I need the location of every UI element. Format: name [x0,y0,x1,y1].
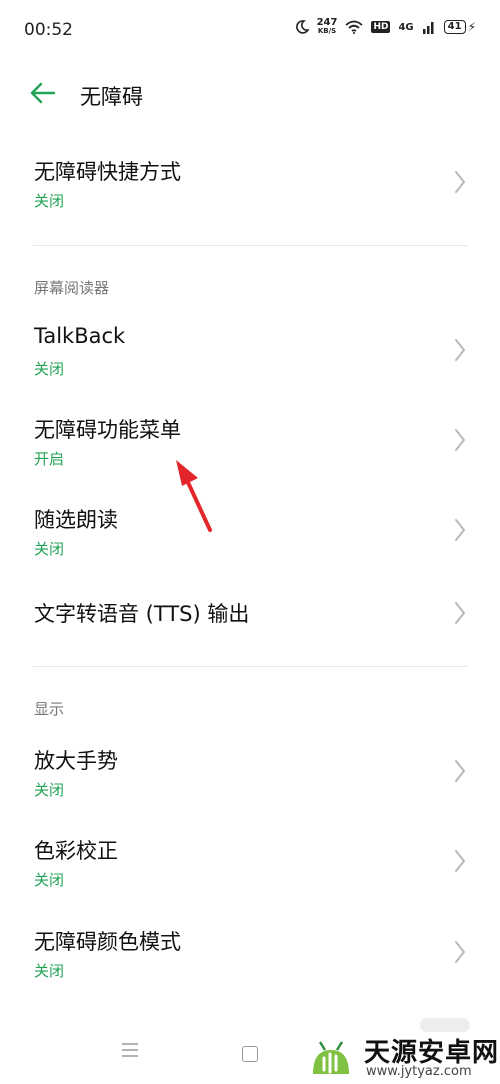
setting-item-status: 开启 [34,450,65,468]
chevron-right-icon [455,171,465,193]
divider [33,666,468,667]
setting-item-shortcut[interactable]: 无障碍快捷方式 关闭 [0,142,500,228]
chevron-right-icon [455,850,465,872]
charging-icon: ⚡ [467,20,476,34]
hd-badge: HD [371,21,391,33]
setting-item-title: 文字转语音 (TTS) 输出 [34,602,250,626]
status-bar: 00:52 247 KB/S HD 4G 41 ⚡ [0,0,500,60]
watermark-url: www.jytyaz.com [366,1064,472,1079]
back-button[interactable] [26,76,60,110]
setting-item-status: 关闭 [34,360,65,378]
back-arrow-icon [30,82,56,104]
chevron-right-icon [455,339,465,361]
annotation-arrow-icon [176,460,212,532]
moon-icon [295,20,309,34]
menu-icon[interactable] [120,1042,140,1058]
setting-item-color-correction[interactable]: 色彩校正 关闭 [0,821,500,907]
network-speed-unit: KB/S [317,27,337,35]
status-icons: 247 KB/S HD 4G 41 ⚡ [295,18,476,36]
setting-item-title: 无障碍功能菜单 [34,418,181,442]
setting-item-status: 关闭 [34,192,65,210]
network-speed-value: 247 [316,17,338,28]
setting-item-accessibility-menu[interactable]: 无障碍功能菜单 开启 [0,400,500,486]
setting-item-title: TalkBack [34,324,126,348]
setting-item-color-mode[interactable]: 无障碍颜色模式 关闭 [0,912,500,998]
cellular-signal-icon [422,22,434,34]
chevron-right-icon [455,941,465,963]
chevron-right-icon [455,602,465,624]
watermark-logo-icon [313,1041,349,1074]
app-bar: 无障碍 [0,70,500,120]
signal-type: 4G [398,21,414,33]
setting-item-status: 关闭 [34,781,65,799]
section-header-screen-reader: 屏幕阅读器 [34,279,110,297]
home-button[interactable] [242,1046,258,1062]
battery-level: 41 [443,20,466,34]
divider [33,245,468,246]
setting-item-title: 放大手势 [34,749,118,773]
setting-item-talkback[interactable]: TalkBack 关闭 [0,310,500,396]
setting-item-status: 关闭 [34,962,65,980]
setting-item-magnification-gesture[interactable]: 放大手势 关闭 [0,731,500,817]
network-speed: 247 KB/S [317,18,338,36]
chevron-right-icon [455,519,465,541]
section-header-display: 显示 [34,700,65,718]
setting-item-tts-output[interactable]: 文字转语音 (TTS) 输出 [0,578,500,648]
setting-item-select-to-speak[interactable]: 随选朗读 关闭 [0,490,500,576]
setting-item-title: 无障碍颜色模式 [34,930,181,954]
battery-indicator: 41 ⚡ [443,20,476,34]
setting-item-title: 无障碍快捷方式 [34,160,181,184]
setting-item-title: 随选朗读 [34,508,118,532]
status-time: 00:52 [24,20,73,40]
wifi-icon [345,20,364,34]
setting-item-title: 色彩校正 [34,839,118,863]
page-title: 无障碍 [80,85,143,109]
watermark: 天源安卓网 www.jytyaz.com [300,1024,500,1084]
setting-item-status: 关闭 [34,871,65,889]
chevron-right-icon [455,429,465,451]
setting-item-status: 关闭 [34,540,65,558]
chevron-right-icon [455,760,465,782]
